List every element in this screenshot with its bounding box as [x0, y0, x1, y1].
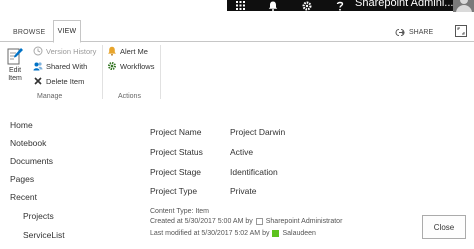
modified-text: Last modified at 5/30/2017 5:02 AM by — [150, 230, 270, 237]
field-label-project-type: Project Type — [150, 186, 198, 196]
delete-x-icon — [34, 77, 42, 85]
shared-with-button[interactable]: Shared With — [33, 60, 87, 72]
field-value-project-name: Project Darwin — [230, 127, 286, 137]
field-value-project-type: Private — [230, 186, 257, 196]
nav-item-projects[interactable]: Projects — [23, 211, 54, 221]
actions-group-label: Actions — [118, 93, 141, 100]
nav-item-pages[interactable]: Pages — [10, 174, 34, 184]
ribbon-separator — [160, 45, 161, 99]
nav-item-documents[interactable]: Documents — [10, 156, 53, 166]
nav-item-home[interactable]: Home — [10, 120, 33, 130]
modified-by-link[interactable]: Salaudeen — [282, 230, 315, 237]
workflows-icon — [108, 62, 116, 70]
delete-item-label: Delete Item — [46, 76, 85, 86]
alert-me-button[interactable]: Alert Me — [107, 45, 148, 57]
nav-item-notebook[interactable]: Notebook — [10, 138, 46, 148]
created-text: Created at 5/30/2017 5:00 AM by — [150, 218, 253, 225]
field-value-project-stage: Identification — [230, 167, 278, 177]
shared-with-label: Shared With — [46, 61, 88, 71]
nav-item-recent[interactable]: Recent — [10, 192, 37, 202]
created-info: Created at 5/30/2017 5:00 AM by Sharepoi… — [150, 218, 342, 225]
ribbon-separator — [102, 45, 103, 99]
shared-with-icon — [33, 62, 43, 71]
help-icon[interactable] — [326, 0, 353, 11]
user-name[interactable]: Sharepoint Admini... — [355, 0, 453, 9]
delete-item-button[interactable]: Delete Item — [33, 75, 84, 87]
nav-item-servicelist[interactable]: ServiceList — [23, 230, 65, 240]
focus-mode-icon[interactable] — [454, 24, 468, 38]
tab-view[interactable]: VIEW — [53, 20, 81, 43]
edit-item-button[interactable]: Edit Item — [4, 46, 26, 82]
ribbon-tab-row: BROWSE VIEW SHARE — [0, 20, 474, 43]
avatar[interactable] — [453, 0, 474, 12]
field-label-project-status: Project Status — [150, 147, 203, 157]
manage-group-label: Manage — [37, 93, 63, 100]
suite-bar-controls: Sharepoint Admini... — [227, 0, 474, 12]
created-by-link[interactable]: Sharepoint Administrator — [266, 218, 343, 225]
suite-bar: Sharepoint Admini... — [0, 0, 474, 20]
version-history-label: Version History — [46, 46, 97, 56]
share-icon — [395, 28, 405, 36]
app-launcher-icon[interactable] — [227, 0, 254, 11]
modified-info: Last modified at 5/30/2017 5:02 AM by Sa… — [150, 230, 316, 237]
bell-icon[interactable] — [259, 0, 286, 11]
presence-online-icon — [272, 230, 280, 237]
share-button[interactable]: SHARE — [395, 26, 433, 38]
workflows-button[interactable]: Workflows — [107, 60, 154, 72]
version-history-icon — [33, 46, 43, 56]
field-label-project-name: Project Name — [150, 127, 202, 137]
edit-item-icon — [7, 48, 23, 65]
content-type-text: Content Type: Item — [150, 208, 210, 215]
edit-item-label-2: Item — [8, 75, 22, 82]
version-history-button[interactable]: Version History — [33, 45, 96, 57]
field-label-project-stage: Project Stage — [150, 167, 202, 177]
field-value-project-status: Active — [230, 147, 254, 157]
alert-bell-icon — [108, 46, 116, 56]
close-button[interactable]: Close — [422, 215, 466, 239]
presence-offline-icon — [255, 218, 263, 225]
share-label: SHARE — [409, 28, 434, 36]
edit-item-label-1: Edit — [8, 67, 22, 74]
ribbon-body: Edit Item Version History Shared With De… — [0, 43, 474, 101]
workflows-label: Workflows — [120, 61, 155, 71]
gear-icon[interactable] — [293, 0, 320, 11]
tab-browse[interactable]: BROWSE — [13, 29, 45, 36]
alert-me-label: Alert Me — [120, 46, 148, 56]
